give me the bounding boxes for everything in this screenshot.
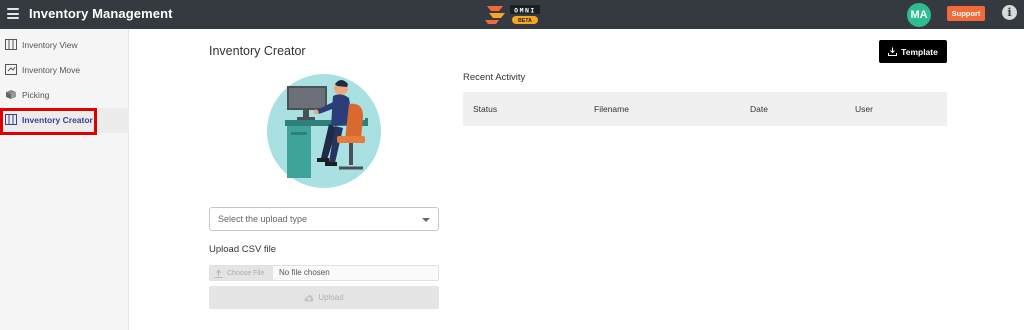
- upload-type-placeholder: Select the upload type: [218, 214, 308, 224]
- template-button-label: Template: [901, 46, 938, 57]
- column-header-filename[interactable]: Filename: [594, 104, 629, 114]
- cloud-upload-icon: [304, 294, 314, 301]
- inventory-view-icon: [5, 39, 17, 50]
- omni-logo: OMNI BETA: [485, 5, 540, 24]
- template-download-button[interactable]: Template: [879, 40, 947, 63]
- inventory-move-icon: [5, 64, 17, 75]
- download-icon: [888, 47, 898, 56]
- beta-badge: BETA: [518, 18, 532, 24]
- support-button[interactable]: Support: [947, 6, 985, 21]
- picking-icon: [6, 90, 16, 99]
- sidebar-item-label: Inventory View: [22, 40, 78, 50]
- upload-arrow-icon: [214, 269, 223, 278]
- top-app-bar: Inventory Management OMNI BETA MA Suppor…: [0, 0, 1024, 29]
- file-status-text: No file chosen: [279, 268, 330, 277]
- upload-csv-label: Upload CSV file: [209, 244, 277, 255]
- logo-wordmark: OMNI: [514, 6, 536, 14]
- sidebar-item-label: Inventory Move: [22, 65, 81, 75]
- recent-activity-title: Recent Activity: [463, 72, 526, 83]
- sidebar-item-inventory-view[interactable]: Inventory View: [0, 33, 129, 58]
- chevron-down-icon: [422, 218, 430, 222]
- sidebar: Inventory View Inventory Move Picking In…: [0, 29, 129, 330]
- hamburger-icon[interactable]: [7, 8, 19, 19]
- choose-file-button[interactable]: Choose File: [210, 266, 273, 280]
- column-header-status[interactable]: Status: [473, 104, 497, 114]
- column-header-user[interactable]: User: [855, 104, 873, 114]
- csv-file-input[interactable]: Choose File No file chosen: [209, 265, 439, 281]
- upload-type-select[interactable]: Select the upload type: [209, 207, 439, 231]
- person-at-desk-illustration: [267, 74, 381, 188]
- upload-button-label: Upload: [318, 293, 344, 302]
- active-item-highlight: [0, 108, 97, 135]
- choose-file-label: Choose File: [227, 269, 265, 277]
- info-icon[interactable]: i: [1002, 5, 1017, 20]
- user-avatar[interactable]: MA: [907, 3, 931, 27]
- sidebar-item-label: Picking: [22, 90, 50, 100]
- upload-button[interactable]: Upload: [209, 286, 439, 309]
- column-header-date[interactable]: Date: [750, 104, 768, 114]
- sidebar-item-inventory-move[interactable]: Inventory Move: [0, 58, 129, 83]
- page-title: Inventory Creator: [209, 44, 306, 58]
- sidebar-item-picking[interactable]: Picking: [0, 83, 129, 108]
- recent-activity-table-header: Status Filename Date User: [463, 92, 947, 126]
- app-title: Inventory Management: [29, 6, 173, 21]
